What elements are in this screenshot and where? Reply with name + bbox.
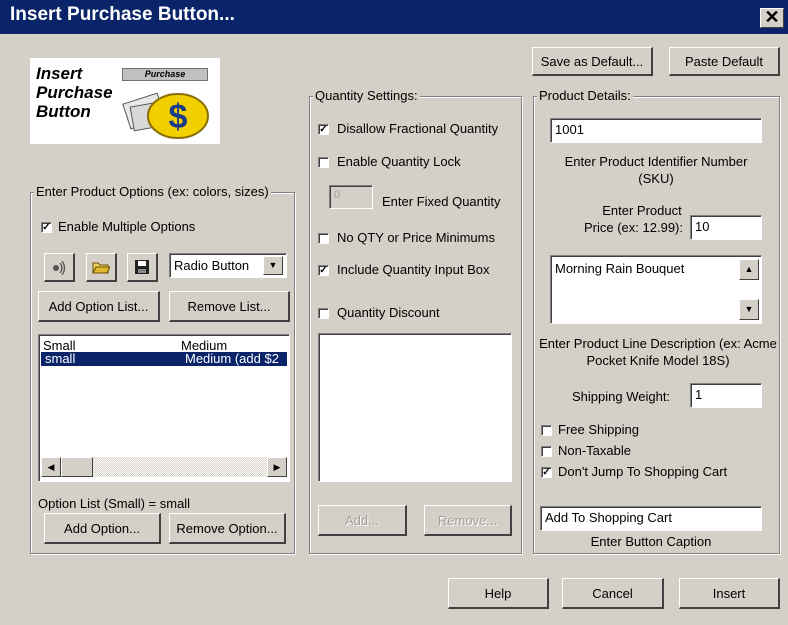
enable-multiple-options-label: Enable Multiple Options <box>58 219 196 234</box>
shipping-weight-label: Shipping Weight: <box>572 389 671 404</box>
remove-discount-button[interactable]: Remove... <box>424 505 512 536</box>
sku-field[interactable]: 1001 <box>550 118 762 143</box>
chevron-down-icon[interactable]: ▼ <box>263 256 283 275</box>
enable-multiple-options-checkbox[interactable]: ✓ <box>41 222 52 233</box>
close-button[interactable]: ✕ <box>760 8 784 28</box>
table-cell-medium: Medium (add $2 <box>185 351 279 366</box>
floppy-disk-icon <box>135 260 149 274</box>
open-folder-icon <box>92 262 110 274</box>
quantity-discount-list[interactable] <box>318 333 512 482</box>
scroll-right-icon[interactable]: ▶ <box>267 457 287 477</box>
scroll-up-icon[interactable]: ▲ <box>739 259 759 280</box>
description-caption: Enter Product Line Description (ex: Acme… <box>539 336 777 368</box>
open-folder-button[interactable] <box>86 253 117 282</box>
save-list-button[interactable] <box>127 253 158 282</box>
paste-default-button[interactable]: Paste Default <box>669 47 780 76</box>
speaker-button[interactable] <box>44 253 75 282</box>
speaker-icon <box>53 260 66 275</box>
svg-text:$: $ <box>169 98 188 136</box>
logo-purchase-badge: Purchase <box>122 68 208 81</box>
free-shipping-checkbox[interactable] <box>541 425 552 436</box>
insert-button[interactable]: Insert <box>679 578 780 609</box>
product-details-group-label: Product Details: <box>537 88 633 103</box>
option-style-select[interactable]: Radio Button ▼ <box>169 253 287 278</box>
logo-line-1: Insert <box>36 64 83 83</box>
shipping-weight-field[interactable]: 1 <box>690 383 762 408</box>
option-list[interactable]: Small Medium small Medium (add $2 ◀ ▶ <box>38 334 290 482</box>
option-style-select-value: Radio Button <box>174 258 250 273</box>
logo-line-2: Purchase <box>36 83 113 102</box>
dollar-card-icon: $ <box>122 92 209 139</box>
price-caption-line1: Enter Product <box>602 203 682 218</box>
help-button[interactable]: Help <box>448 578 549 609</box>
remove-list-button[interactable]: Remove List... <box>169 291 290 322</box>
include-quantity-input-checkbox[interactable]: ✓ <box>318 265 329 276</box>
free-shipping-label: Free Shipping <box>558 422 639 437</box>
non-taxable-checkbox[interactable] <box>541 446 552 457</box>
button-caption-label: Enter Button Caption <box>590 534 712 549</box>
no-minimums-checkbox[interactable] <box>318 233 329 244</box>
table-cell-small: small <box>45 351 76 366</box>
quantity-settings-group-label: Quantity Settings: <box>313 88 420 103</box>
sku-caption: Enter Product Identifier Number (SKU) <box>564 154 748 186</box>
fixed-quantity-field[interactable]: 0 <box>329 185 373 209</box>
add-option-button[interactable]: Add Option... <box>44 513 161 544</box>
scroll-down-icon[interactable]: ▼ <box>739 299 759 320</box>
product-options-group-label: Enter Product Options (ex: colors, sizes… <box>34 184 271 199</box>
include-quantity-input-label: Include Quantity Input Box <box>337 262 490 277</box>
dont-jump-to-cart-checkbox[interactable]: ✓ <box>541 467 552 478</box>
remove-option-button[interactable]: Remove Option... <box>169 513 286 544</box>
fixed-quantity-label: Enter Fixed Quantity <box>382 194 501 209</box>
dont-jump-to-cart-label: Don't Jump To Shopping Cart <box>558 464 728 479</box>
quantity-discount-checkbox[interactable] <box>318 308 329 319</box>
price-caption-line2: Price (ex: 12.99): <box>584 220 683 235</box>
no-minimums-label: No QTY or Price Minimums <box>337 230 495 245</box>
scroll-left-icon[interactable]: ◀ <box>41 457 61 477</box>
non-taxable-label: Non-Taxable <box>558 443 631 458</box>
add-option-list-button[interactable]: Add Option List... <box>38 291 160 322</box>
scroll-thumb[interactable] <box>61 457 93 477</box>
option-list-status: Option List (Small) = small <box>38 496 191 511</box>
window-title: Insert Purchase Button... <box>10 4 235 25</box>
description-field[interactable]: Morning Rain Bouquet ▲ ▼ <box>550 255 762 324</box>
quantity-discount-label: Quantity Discount <box>337 305 440 320</box>
description-text: Morning Rain Bouquet <box>555 261 685 276</box>
product-logo: Insert Purchase Button Purchase $ <box>30 58 220 144</box>
enable-quantity-lock-label: Enable Quantity Lock <box>337 154 461 169</box>
button-caption-field[interactable]: Add To Shopping Cart <box>540 506 762 531</box>
logo-text: Insert Purchase Button <box>36 64 113 121</box>
save-as-default-button[interactable]: Save as Default... <box>532 47 653 76</box>
logo-line-3: Button <box>36 102 91 121</box>
disallow-fractional-label: Disallow Fractional Quantity <box>337 121 499 136</box>
enable-quantity-lock-checkbox[interactable] <box>318 157 329 168</box>
price-field[interactable]: 10 <box>690 215 762 240</box>
cancel-button[interactable]: Cancel <box>562 578 664 609</box>
disallow-fractional-checkbox[interactable]: ✓ <box>318 124 329 135</box>
add-discount-button[interactable]: Add... <box>318 505 407 536</box>
